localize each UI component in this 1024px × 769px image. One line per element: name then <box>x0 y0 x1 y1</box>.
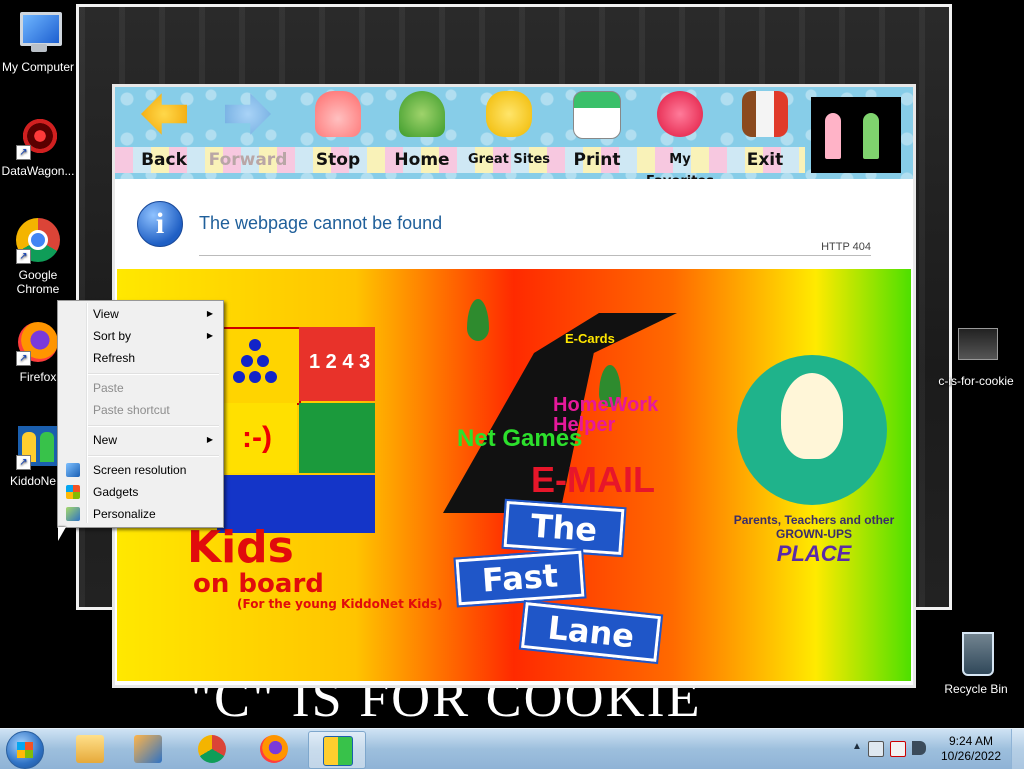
home-button[interactable]: Home <box>389 91 455 175</box>
kiddonet-window[interactable]: Back Forward Stop Home Great Sites Print… <box>112 84 916 688</box>
submenu-arrow-icon: ▶ <box>206 435 213 444</box>
system-tray: ▲ 9:24 AM 10/26/2022 <box>844 729 1024 769</box>
thumbs-up-icon <box>486 91 532 137</box>
firefox-icon <box>260 735 288 763</box>
lightbulb-graphic[interactable] <box>737 355 887 505</box>
leaf-decoration <box>467 299 489 341</box>
email-link[interactable]: E-MAIL <box>531 459 655 501</box>
action-center-icon[interactable] <box>890 741 906 757</box>
menu-separator <box>88 425 219 427</box>
back-button[interactable]: Back <box>131 91 197 175</box>
screen-resolution-icon <box>66 463 80 477</box>
puzzle-graphic[interactable]: 1 2 4 3 :-) <box>217 327 377 533</box>
taskbar-chrome[interactable] <box>184 731 240 767</box>
forward-arrow-icon <box>225 93 271 135</box>
print-icon <box>573 91 621 139</box>
kiddonet-kids-logo <box>811 97 901 173</box>
info-icon: i <box>137 201 183 247</box>
shortcut-arrow-icon: ↗ <box>16 249 31 264</box>
chrome-icon <box>198 735 226 763</box>
error-pane: i The webpage cannot be found HTTP 404 <box>115 179 913 269</box>
kiddonet-toolbar: Back Forward Stop Home Great Sites Print… <box>115 87 913 189</box>
explorer-icon <box>76 735 104 763</box>
menu-separator <box>88 373 219 375</box>
submenu-arrow-icon: ▶ <box>206 331 213 340</box>
menu-separator <box>88 455 219 457</box>
print-button[interactable]: Print <box>567 91 627 175</box>
kids-on-board-link[interactable]: Kids on board (For the young KiddoNet Ki… <box>187 525 443 612</box>
desktop-icon-recycle-bin[interactable]: Recycle Bin <box>936 630 1016 696</box>
desktop-context-menu: View ▶ Sort by ▶ Refresh Paste Paste short… <box>57 300 224 528</box>
taskbar-kiddonet[interactable] <box>308 731 366 769</box>
desktop-icon-label: Recycle Bin <box>944 682 1008 696</box>
desktop-icon-label: DataWagon... <box>1 164 75 178</box>
stop-button[interactable]: Stop <box>305 91 371 175</box>
kiddonet-splash: 1 2 4 3 :-) Kids on board (For the young… <box>117 269 911 681</box>
sign-lane[interactable]: Lane <box>518 599 664 665</box>
taskbar-firefox[interactable] <box>246 731 302 767</box>
error-title: The webpage cannot be found <box>199 213 443 233</box>
volume-icon[interactable] <box>912 741 926 755</box>
computer-icon <box>20 12 62 46</box>
menu-item-paste[interactable]: Paste <box>60 377 221 399</box>
desktop-icon-google-chrome[interactable]: ↗ Google Chrome <box>0 216 76 296</box>
submenu-arrow-icon: ▶ <box>206 309 213 318</box>
show-desktop-button[interactable] <box>1011 729 1024 769</box>
mouse-pointer-icon <box>58 527 66 541</box>
puzzle-numbers: 1 2 4 3 <box>299 327 375 401</box>
menu-item-sort-by[interactable]: Sort by ▶ <box>60 325 221 347</box>
media-player-icon <box>134 735 162 763</box>
desktop-icon-label: Google Chrome <box>16 268 60 296</box>
puzzle-face: :-) <box>217 403 297 473</box>
menu-item-personalize[interactable]: Personalize <box>60 503 221 525</box>
clock-date: 10/26/2022 <box>940 749 1002 763</box>
clock[interactable]: 9:24 AM 10/26/2022 <box>936 734 1006 764</box>
taskbar: ▲ 9:24 AM 10/26/2022 <box>0 728 1024 769</box>
desktop-icon-c-is-for-cookie[interactable]: c-is-for-cookie <box>936 322 1016 388</box>
menu-item-refresh[interactable]: Refresh <box>60 347 221 369</box>
start-button[interactable] <box>6 731 44 769</box>
kiddonet-icon <box>323 736 353 766</box>
forward-button[interactable]: Forward <box>207 91 289 175</box>
personalize-icon <box>66 507 80 521</box>
menu-item-paste-shortcut[interactable]: Paste shortcut <box>60 399 221 421</box>
menu-item-gadgets[interactable]: Gadgets <box>60 481 221 503</box>
http-code: HTTP 404 <box>821 241 871 253</box>
desktop-icon-label: c-is-for-cookie <box>938 374 1014 388</box>
shortcut-arrow-icon: ↗ <box>16 351 31 366</box>
desktop-icon-my-computer[interactable]: My Computer <box>0 8 76 74</box>
gadgets-icon <box>66 485 80 499</box>
net-games-link[interactable]: Net Games <box>457 425 582 453</box>
back-arrow-icon <box>141 93 187 135</box>
parents-link[interactable]: Parents, Teachers and other GROWN-UPS <box>731 513 897 541</box>
menu-item-new[interactable]: New ▶ <box>60 429 221 451</box>
show-hidden-icons-icon[interactable]: ▲ <box>852 741 862 752</box>
exit-button[interactable]: Exit <box>735 91 795 175</box>
place-link[interactable]: PLACE <box>731 541 897 567</box>
shortcut-arrow-icon: ↗ <box>16 145 31 160</box>
my-favorites-button[interactable]: My Favorites <box>635 91 725 189</box>
desktop-icon-label: My Computer <box>1 60 75 74</box>
recycle-bin-icon <box>962 632 994 676</box>
ecards-link[interactable]: E-Cards <box>565 331 615 346</box>
shortcut-arrow-icon: ↗ <box>16 455 31 470</box>
menu-item-view[interactable]: View ▶ <box>60 303 221 325</box>
great-sites-button[interactable]: Great Sites <box>467 91 551 175</box>
video-thumbnail-icon <box>958 328 998 360</box>
sign-fast[interactable]: Fast <box>453 548 587 608</box>
home-turtle-icon <box>399 91 445 137</box>
stop-hand-icon <box>315 91 361 137</box>
desktop-icon-datawagon[interactable]: ↗ DataWagon... <box>0 112 76 178</box>
clock-time: 9:24 AM <box>948 734 994 748</box>
taskbar-explorer[interactable] <box>62 731 118 767</box>
menu-item-screen-resolution[interactable]: Screen resolution <box>60 459 221 481</box>
taskbar-media-player[interactable] <box>120 731 176 767</box>
exit-door-icon <box>742 91 788 137</box>
divider <box>199 255 871 256</box>
sign-the[interactable]: The <box>501 498 627 558</box>
windows-logo-icon <box>17 742 33 758</box>
heart-icon <box>657 91 703 137</box>
network-icon[interactable] <box>868 741 884 757</box>
